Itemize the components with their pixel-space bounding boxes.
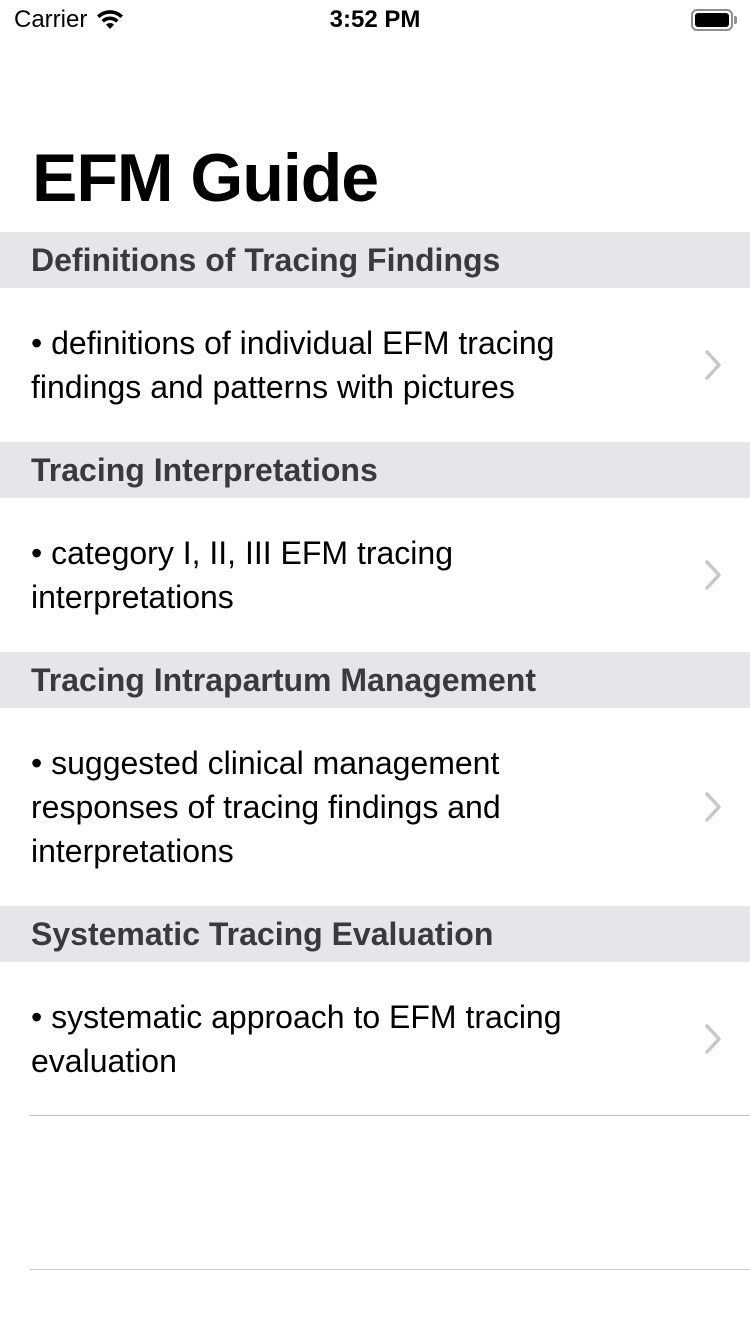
battery-tip (734, 16, 737, 24)
section-header-management: Tracing Intrapartum Management (0, 652, 750, 708)
section-header-definitions: Definitions of Tracing Findings (0, 232, 750, 288)
section-header-interpretations: Tracing Interpretations (0, 442, 750, 498)
list-item-text: • category I, II, III EFM tracing interp… (31, 535, 453, 615)
list-item-management[interactable]: • suggested clinical management response… (0, 708, 750, 906)
list-item-text: • suggested clinical management response… (31, 745, 501, 869)
status-bar: Carrier 3:52 PM (0, 0, 750, 40)
row-separator (30, 1269, 750, 1270)
chevron-right-icon (705, 560, 721, 590)
chevron-right-icon (705, 1024, 721, 1054)
row-separator (30, 1115, 750, 1116)
list-item-text: • systematic approach to EFM tracing eva… (31, 999, 562, 1079)
list-item-evaluation[interactable]: • systematic approach to EFM tracing eva… (0, 962, 750, 1116)
page-title: EFM Guide (32, 140, 379, 216)
section-header-evaluation: Systematic Tracing Evaluation (0, 906, 750, 962)
battery-fill (695, 13, 729, 27)
battery-icon (691, 9, 737, 31)
chevron-right-icon (705, 350, 721, 380)
status-time: 3:52 PM (329, 6, 421, 33)
list-item-definitions[interactable]: • definitions of individual EFM tracing … (0, 288, 750, 442)
list-item-text: • definitions of individual EFM tracing … (31, 325, 555, 405)
chevron-right-icon (705, 792, 721, 822)
list-item-interpretations[interactable]: • category I, II, III EFM tracing interp… (0, 498, 750, 652)
